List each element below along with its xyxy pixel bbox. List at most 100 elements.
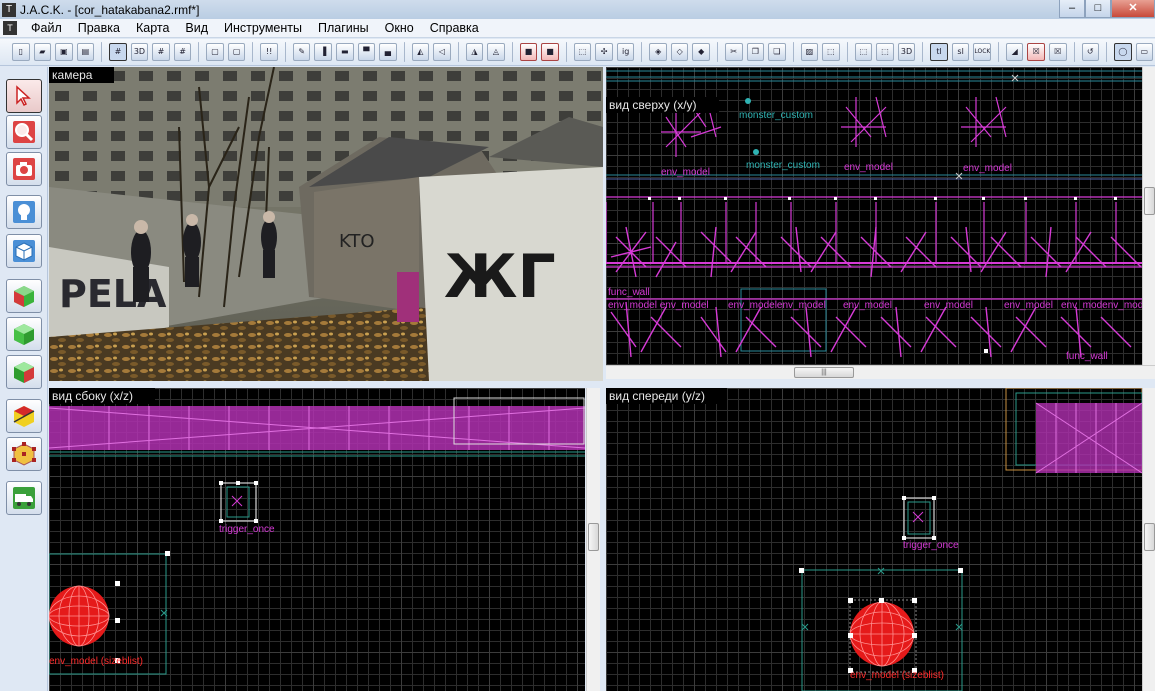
zoom-3d-icon[interactable]: 3D xyxy=(897,43,916,61)
show-icon[interactable]: ■ xyxy=(541,43,559,61)
clip-icon[interactable]: ◇ xyxy=(670,43,689,61)
edit-icon[interactable]: ✎ xyxy=(292,43,311,61)
clip-cube-icon xyxy=(13,406,35,427)
menu-file[interactable]: Файл xyxy=(23,21,70,35)
front-view-geometry xyxy=(799,388,1142,691)
camera-icon xyxy=(13,158,35,180)
save-as-icon[interactable]: ▤ xyxy=(76,43,95,61)
magnify-icon[interactable]: ◯ xyxy=(1114,43,1132,61)
panel-icon[interactable]: ▭ xyxy=(1135,43,1154,61)
lock-icon[interactable]: LOCK xyxy=(973,43,991,61)
copy-icon[interactable]: ❐ xyxy=(746,43,765,61)
svg-text:ЖГ: ЖГ xyxy=(444,242,556,312)
front-viewport-vertical-scrollbar[interactable] xyxy=(1142,388,1155,691)
entity-label: trigger_once xyxy=(219,524,275,535)
zoom-out-icon[interactable]: ⬚ xyxy=(876,43,894,61)
cube-red-face-icon xyxy=(14,362,34,383)
arrow-cursor-icon xyxy=(16,85,31,107)
rotate-right-icon[interactable]: ◬ xyxy=(487,43,505,61)
palette-icon[interactable]: ◢ xyxy=(1005,43,1024,61)
vertex-icon[interactable]: ◆ xyxy=(692,43,711,61)
3d-grid-icon[interactable]: 3D xyxy=(130,43,149,61)
block-tool[interactable] xyxy=(6,234,42,268)
entity-label: env_model xyxy=(844,162,893,173)
light-bulb-icon xyxy=(13,201,35,223)
scroll-thumb[interactable] xyxy=(588,523,599,551)
scroll-thumb[interactable] xyxy=(1144,187,1155,215)
toolbar-separator xyxy=(198,42,200,62)
toolbar-separator xyxy=(457,42,459,62)
brush-icon[interactable]: ◈ xyxy=(649,43,667,61)
menu-help[interactable]: Справка xyxy=(422,21,487,35)
path-tool[interactable] xyxy=(6,481,42,515)
new-icon[interactable]: ▯ xyxy=(12,43,30,61)
toolbar-separator xyxy=(565,42,567,62)
align-center-icon[interactable]: ▬ xyxy=(335,43,354,61)
entity-label: env_modelenv_model xyxy=(728,300,826,311)
side-viewport[interactable]: trigger_once env_model (sizeblist) вид с… xyxy=(49,388,585,691)
menu-window[interactable]: Окно xyxy=(377,21,422,35)
align-top-icon[interactable]: ▀ xyxy=(357,43,376,61)
large-grid-icon[interactable]: # xyxy=(173,43,192,61)
top-viewport-horizontal-scrollbar[interactable]: ||| xyxy=(606,365,1155,379)
scroll-thumb[interactable] xyxy=(1144,523,1155,551)
entity-tool[interactable] xyxy=(6,195,42,229)
side-viewport-vertical-scrollbar[interactable] xyxy=(586,388,600,691)
texture-lock-tl-icon[interactable]: tl xyxy=(930,43,948,61)
small-grid-icon[interactable]: # xyxy=(152,43,170,61)
clip-tool[interactable] xyxy=(6,399,42,433)
carve-icon[interactable]: !! xyxy=(260,43,278,61)
paste-icon[interactable]: ❏ xyxy=(768,43,786,61)
minimize-button[interactable]: – xyxy=(1059,0,1085,18)
toolbar-separator xyxy=(1106,42,1108,62)
scroll-thumb[interactable]: ||| xyxy=(794,367,854,378)
apply-texture-tool[interactable] xyxy=(6,317,42,351)
cut-icon[interactable]: ✂ xyxy=(725,43,743,61)
hide-icon[interactable]: ■ xyxy=(519,43,538,61)
menu-edit[interactable]: Правка xyxy=(70,21,128,35)
app-icon: T xyxy=(2,2,16,17)
cube-icon xyxy=(13,240,35,262)
grid-icon[interactable]: # xyxy=(109,43,127,61)
toolbar-separator xyxy=(641,42,643,62)
rotate-left-icon[interactable]: ◮ xyxy=(465,43,484,61)
flip-h-icon[interactable]: ◭ xyxy=(411,43,430,61)
vertex-tool[interactable] xyxy=(6,437,42,471)
maximize-button[interactable]: □ xyxy=(1085,0,1111,18)
align-bottom-icon[interactable]: ▄ xyxy=(379,43,397,61)
svg-text:KTO: KTO xyxy=(339,231,375,252)
decal-tool[interactable] xyxy=(6,355,42,389)
menu-view[interactable]: Вид xyxy=(177,21,216,35)
magnify-tool[interactable] xyxy=(6,115,42,149)
camera-viewport[interactable]: PELA KTO ЖГ камера xyxy=(49,67,603,381)
selection-tool[interactable] xyxy=(6,79,42,113)
texture-tool[interactable] xyxy=(6,279,42,313)
entity-label: env_model env_model xyxy=(608,300,709,311)
flip-v-icon[interactable]: ◁ xyxy=(433,43,451,61)
ungroup-icon[interactable]: ▢ xyxy=(227,43,246,61)
scale-lock-icon[interactable]: sl xyxy=(951,43,970,61)
menu-map[interactable]: Карта xyxy=(128,21,177,35)
toggle-green-icon[interactable]: ☒ xyxy=(1048,43,1067,61)
camera-tool[interactable] xyxy=(6,152,42,186)
entity-icon[interactable]: ✣ xyxy=(595,43,613,61)
undo-icon[interactable]: ↺ xyxy=(1081,43,1100,61)
top-viewport[interactable]: monster_custom monster_custom env_model … xyxy=(606,67,1142,365)
document-icon[interactable]: T xyxy=(3,21,17,35)
menu-plugins[interactable]: Плагины xyxy=(310,21,377,35)
main-toolbar: ▯ ▰ ▣ ▤ # 3D # # ▢ ▢ !! ✎ ▐ ▬ ▀ ▄ ◭ ◁ ◮ … xyxy=(0,39,1155,66)
top-viewport-vertical-scrollbar[interactable] xyxy=(1142,67,1155,365)
close-button[interactable]: ✕ xyxy=(1111,0,1155,18)
menu-tools[interactable]: Инструменты xyxy=(216,21,310,35)
front-viewport[interactable]: trigger_once env_model (sizeblist) вид с… xyxy=(606,388,1142,691)
ignore-group-icon[interactable]: ig xyxy=(616,43,635,61)
align-left-icon[interactable]: ▐ xyxy=(314,43,332,61)
hollow-icon[interactable]: ▨ xyxy=(800,43,819,61)
selection-icon[interactable]: ⬚ xyxy=(573,43,592,61)
group-icon[interactable]: ▢ xyxy=(206,43,224,61)
toggle-red-icon[interactable]: ☒ xyxy=(1027,43,1045,61)
open-icon[interactable]: ▰ xyxy=(33,43,52,61)
select-all-icon[interactable]: ⬚ xyxy=(822,43,840,61)
zoom-in-icon[interactable]: ⬚ xyxy=(854,43,873,61)
save-icon[interactable]: ▣ xyxy=(55,43,73,61)
